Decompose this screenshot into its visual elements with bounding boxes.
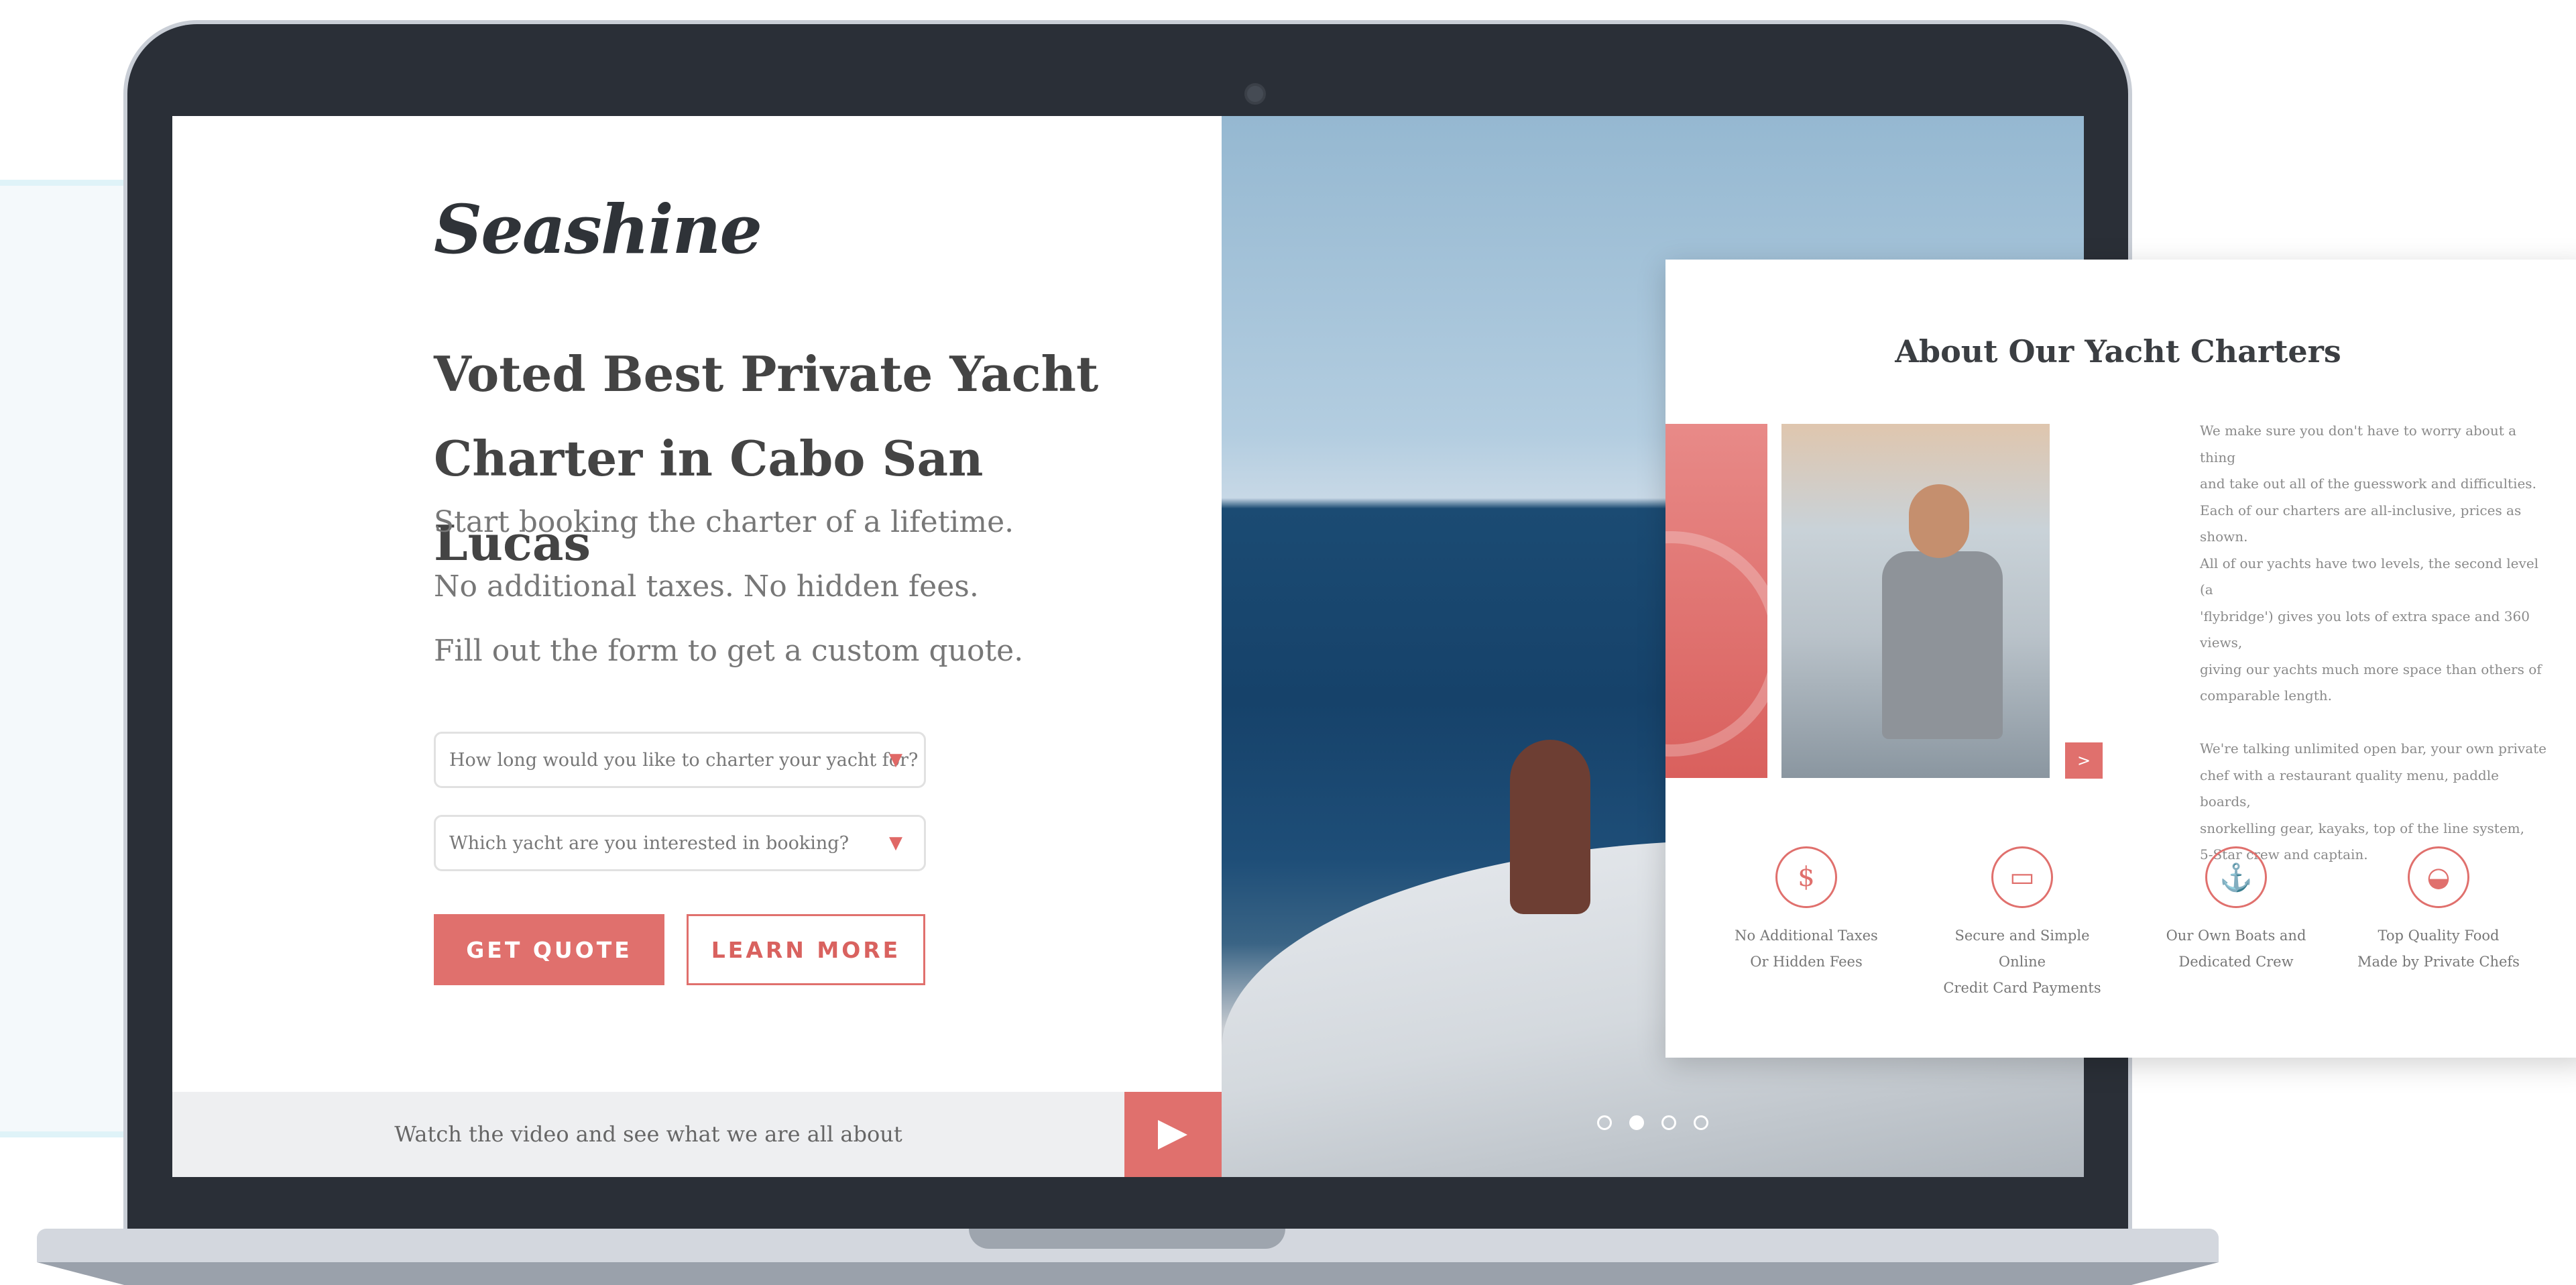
food-image (1665, 424, 1783, 778)
hero-subtitle: Fill out the form to get a custom quote. (434, 634, 1024, 668)
feature-label: Our Own Boats and (2166, 928, 2306, 944)
video-bar: Watch the video and see what we are all … (172, 1092, 1222, 1177)
slider-dots (1597, 1115, 1708, 1130)
money-bag-icon: $ (1775, 846, 1837, 908)
about-title: About Our Yacht Charters (1895, 333, 2341, 370)
about-card: About Our Yacht Charters > We make sure … (1665, 260, 2576, 1058)
laptop-notch (969, 1229, 1285, 1249)
laptop-base-bottom (37, 1262, 2219, 1285)
chevron-down-icon: ▼ (889, 750, 902, 770)
site-logo[interactable]: Seashine (434, 190, 762, 269)
hero-headline-line2: Charter in Cabo San Lucas (434, 430, 984, 571)
woman-figure-image (1510, 740, 1590, 914)
feature-label: Credit Card Payments (1943, 980, 2101, 996)
hero-headline-line1: Voted Best Private Yacht (434, 345, 1099, 402)
yacht-select[interactable]: Which yacht are you interested in bookin… (434, 815, 926, 871)
play-video-button[interactable] (1124, 1092, 1222, 1177)
anchor-icon: ⚓ (2205, 846, 2267, 908)
feature-boats-crew: ⚓ Our Own Boats and Dedicated Crew (2152, 846, 2320, 975)
feature-no-taxes: $ No Additional Taxes Or Hidden Fees (1722, 846, 1890, 975)
slider-dot[interactable] (1694, 1115, 1708, 1130)
learn-more-button[interactable]: LEARN MORE (687, 914, 925, 985)
hero-left-panel: Seashine Voted Best Private Yacht Charte… (172, 116, 1222, 1177)
video-caption: Watch the video and see what we are all … (394, 1121, 902, 1147)
charter-duration-select[interactable]: How long would you like to charter your … (434, 732, 926, 788)
feature-label: No Additional Taxes (1735, 928, 1878, 944)
feature-label: Or Hidden Fees (1750, 954, 1863, 970)
yacht-select-text: Which yacht are you interested in bookin… (449, 833, 850, 854)
captain-head (1909, 484, 1969, 558)
slider-dot[interactable] (1597, 1115, 1612, 1130)
hero-subtitle: No additional taxes. No hidden fees. (434, 569, 979, 604)
credit-card-icon: ▭ (1991, 846, 2053, 908)
feature-label: Made by Private Chefs (2357, 954, 2520, 970)
captain-image (1781, 424, 2050, 778)
about-description: We make sure you don't have to worry abo… (2200, 423, 2546, 862)
chevron-down-icon: ▼ (889, 833, 902, 853)
next-slide-button[interactable]: > (2065, 742, 2103, 779)
hero-headline: Voted Best Private Yacht Charter in Cabo… (434, 332, 1104, 585)
background-panel (0, 180, 127, 1137)
camera-icon (1244, 83, 1266, 105)
feature-label: Dedicated Crew (2178, 954, 2294, 970)
play-icon (1158, 1120, 1187, 1150)
feature-food: ◒ Top Quality Food Made by Private Chefs (2355, 846, 2522, 975)
hero-subtitle: Start booking the charter of a lifetime. (434, 505, 1014, 539)
captain-figure (1882, 551, 2003, 739)
cloche-icon: ◒ (2408, 846, 2469, 908)
feature-label: Secure and Simple Online (1954, 928, 2090, 970)
charter-duration-select-text: How long would you like to charter your … (449, 750, 919, 771)
get-quote-button[interactable]: GET QUOTE (434, 914, 664, 985)
slider-dot-active[interactable] (1629, 1115, 1644, 1130)
feature-payments: ▭ Secure and Simple Online Credit Card P… (1938, 846, 2106, 1001)
slider-dot[interactable] (1661, 1115, 1676, 1130)
feature-label: Top Quality Food (2378, 928, 2500, 944)
